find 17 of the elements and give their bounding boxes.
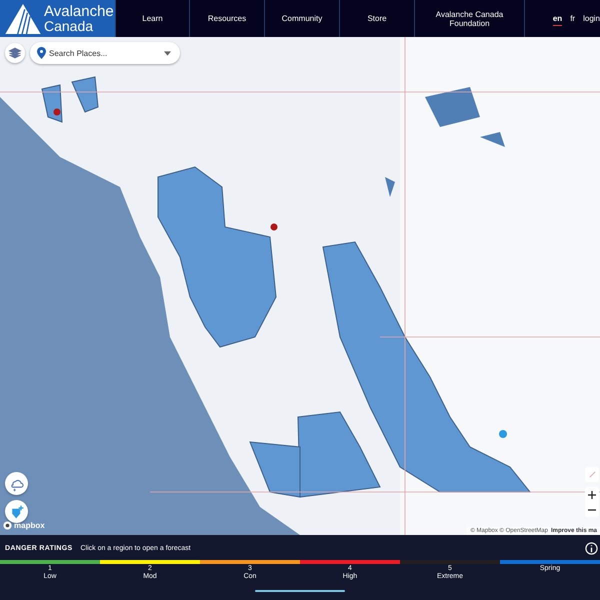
info-button[interactable] <box>585 542 598 555</box>
mapbox-wordmark: mapbox <box>14 521 45 530</box>
mapbox-mark-icon <box>3 521 12 530</box>
logo-title: Avalanche <box>44 4 114 18</box>
info-icon <box>585 542 598 555</box>
language-link[interactable]: fr <box>570 12 576 26</box>
login-link[interactable]: login <box>583 12 600 26</box>
logo-subtitle: Canada <box>44 18 94 32</box>
language-link[interactable]: en <box>552 12 562 26</box>
mountain-icon <box>5 4 41 34</box>
drawer-handle[interactable] <box>255 590 345 592</box>
layers-icon <box>8 46 22 60</box>
plus-icon <box>588 490 596 498</box>
logo[interactable]: Avalanche Canada <box>0 0 115 37</box>
search-field[interactable]: Search Places... <box>30 42 180 64</box>
dropdown-caret-icon <box>164 51 171 56</box>
location-pin-icon <box>37 47 46 59</box>
